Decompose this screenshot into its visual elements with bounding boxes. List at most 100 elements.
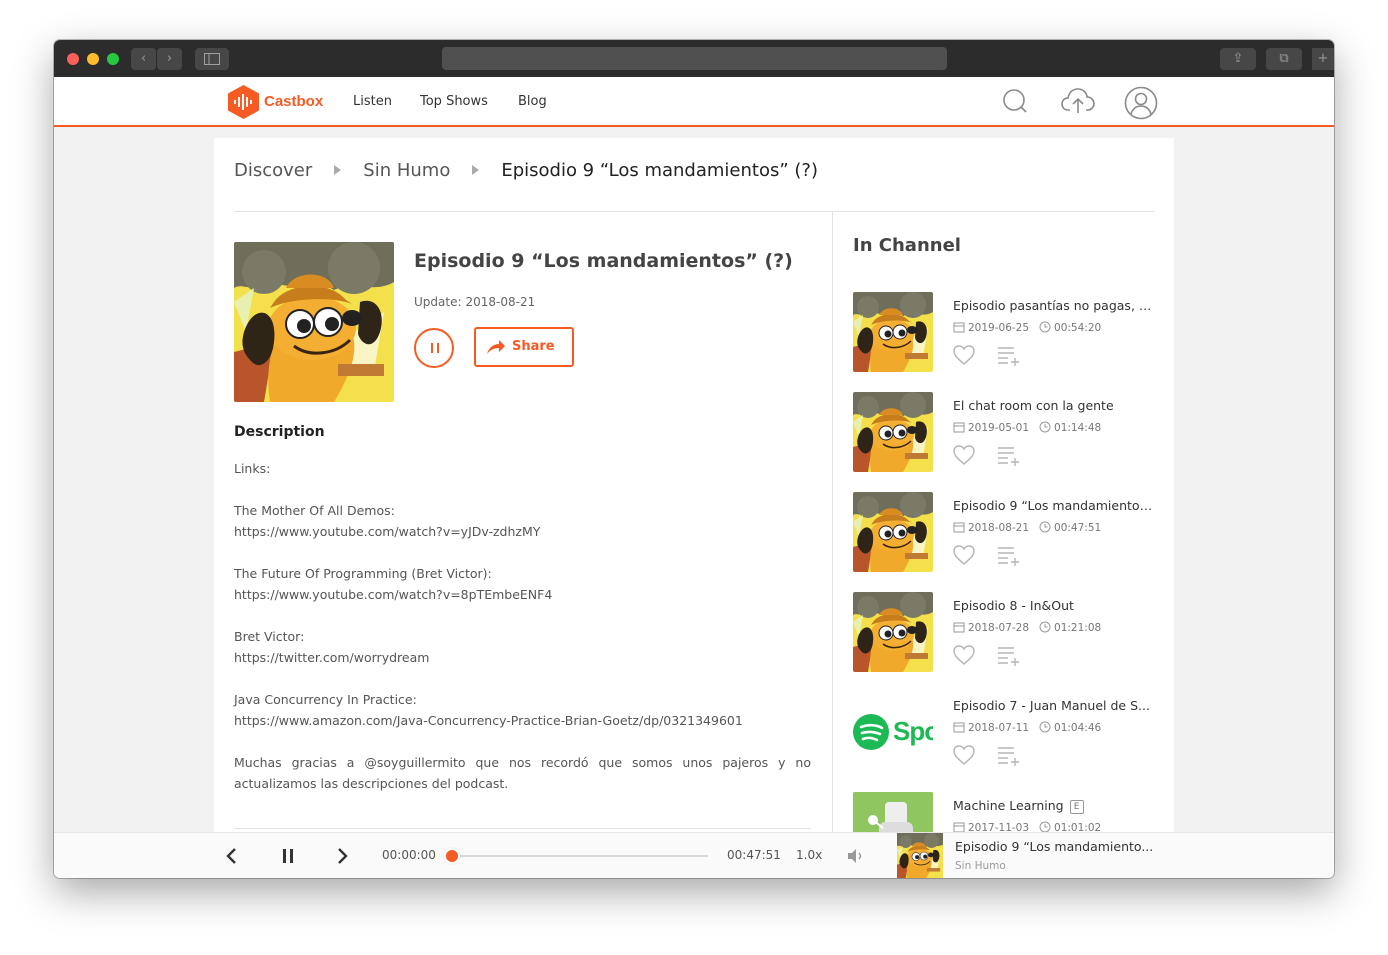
- site-header: Castbox Listen Top Shows Blog: [54, 77, 1334, 127]
- nav-link-top-shows[interactable]: Top Shows: [420, 94, 488, 109]
- breadcrumb: Discover Sin Humo Episodio 9 “Los mandamie…: [234, 160, 818, 184]
- share-label: Share: [512, 339, 555, 354]
- playback-speed[interactable]: 1.0x: [796, 848, 822, 862]
- add-to-playlist-icon[interactable]: [997, 446, 1021, 466]
- channel-episode-item[interactable]: Episodio 9 “Los mandamientos... 2018-08-…: [853, 492, 1154, 574]
- episode-update: Update: 2018-08-21: [414, 295, 535, 309]
- add-to-playlist-icon[interactable]: [997, 746, 1021, 766]
- nav-link-listen[interactable]: Listen: [353, 94, 392, 109]
- breadcrumb-discover[interactable]: Discover: [234, 160, 312, 181]
- account-icon[interactable]: [1124, 86, 1158, 120]
- channel-episode-item[interactable]: Machine Learning E 2017-11-03 01:01:02: [853, 792, 1154, 833]
- description-link[interactable]: https://twitter.com/worrydream: [234, 647, 811, 668]
- castbox-logo-icon[interactable]: [228, 85, 259, 119]
- description-line: The Mother Of All Demos:: [234, 503, 395, 518]
- description-line: [234, 668, 811, 689]
- channel-episode-item[interactable]: Episodio pasantías no pagas, t... 2019-0…: [853, 292, 1154, 374]
- add-to-playlist-icon[interactable]: [997, 646, 1021, 666]
- calendar-icon: [953, 322, 965, 333]
- now-playing-show[interactable]: Sin Humo: [955, 860, 1006, 872]
- new-tab-button[interactable]: +: [1312, 48, 1334, 70]
- episode-date: 2019-06-25: [968, 322, 1030, 334]
- clock-icon: [1039, 621, 1051, 633]
- browser-window: ‹ › ⇪ ⧉ + Castbox Listen Top Shows Blog …: [54, 40, 1334, 878]
- tabs-overview-button[interactable]: ⧉: [1266, 48, 1302, 70]
- forward-button[interactable]: ›: [157, 48, 182, 70]
- add-to-playlist-icon[interactable]: [997, 546, 1021, 566]
- channel-episode-meta: 2019-06-25 00:54:20: [953, 321, 1101, 334]
- description-line: [234, 605, 811, 626]
- channel-episode-item[interactable]: Spo Episodio 7 - Juan Manuel de S... 201…: [853, 692, 1154, 774]
- divider: [832, 212, 833, 833]
- address-bar[interactable]: [442, 47, 947, 70]
- description-line: [234, 731, 811, 752]
- upload-icon[interactable]: [1061, 86, 1095, 116]
- spotify-thumbnail[interactable]: Spo: [853, 692, 933, 772]
- episode-date: 2019-05-01: [968, 422, 1030, 434]
- channel-episode-title[interactable]: Episodio 8 - In&Out: [953, 598, 1154, 613]
- episode-thumbnail[interactable]: [853, 592, 933, 672]
- now-playing-thumbnail[interactable]: [897, 833, 943, 878]
- search-icon[interactable]: [1002, 86, 1028, 116]
- brand-name[interactable]: Castbox: [264, 93, 323, 110]
- heart-icon[interactable]: [953, 745, 975, 765]
- heart-icon[interactable]: [953, 345, 975, 365]
- episode-thumbnail[interactable]: [853, 492, 933, 572]
- divider: [234, 211, 1154, 212]
- browser-titlebar: ‹ › ⇪ ⧉ +: [54, 40, 1334, 77]
- progress-track[interactable]: [452, 855, 708, 857]
- episode-thumbnail[interactable]: [853, 292, 933, 372]
- description-line: Java Concurrency In Practice:: [234, 692, 417, 707]
- episode-page: Discover Sin Humo Episodio 9 “Los mandamie…: [214, 138, 1174, 833]
- close-window-button[interactable]: [67, 53, 79, 65]
- channel-episode-title[interactable]: Episodio 7 - Juan Manuel de S...: [953, 698, 1154, 713]
- zoom-window-button[interactable]: [107, 53, 119, 65]
- chevron-right-icon: [334, 165, 342, 175]
- next-icon[interactable]: [336, 846, 350, 866]
- heart-icon[interactable]: [953, 445, 975, 465]
- nav-link-blog[interactable]: Blog: [518, 94, 547, 109]
- share-arrow-icon: [487, 340, 505, 354]
- channel-episode-item[interactable]: El chat room con la gente 2019-05-01 01:1…: [853, 392, 1154, 474]
- episode-duration: 00:54:20: [1054, 322, 1102, 334]
- description-link[interactable]: https://www.youtube.com/watch?v=yJDv-zdh…: [234, 521, 811, 542]
- minimize-window-button[interactable]: [87, 53, 99, 65]
- heart-icon[interactable]: [953, 545, 975, 565]
- calendar-icon: [953, 622, 965, 633]
- spotify-logo-icon: [853, 714, 889, 750]
- back-button[interactable]: ‹: [131, 48, 156, 70]
- description-link[interactable]: https://www.youtube.com/watch?v=8pTEmbeE…: [234, 584, 811, 605]
- description-line: The Future Of Programming (Bret Victor):: [234, 566, 492, 581]
- sidebar-toggle-button[interactable]: [195, 48, 229, 70]
- channel-episode-title[interactable]: El chat room con la gente: [953, 398, 1154, 413]
- channel-episode-item[interactable]: Episodio 8 - In&Out 2018-07-28 01:21:08: [853, 592, 1154, 674]
- channel-episode-title[interactable]: Machine Learning E: [953, 798, 1154, 814]
- pause-button[interactable]: [414, 328, 454, 368]
- share-page-button[interactable]: ⇪: [1220, 48, 1256, 70]
- heart-icon[interactable]: [953, 645, 975, 665]
- share-button[interactable]: Share: [474, 327, 574, 367]
- previous-icon[interactable]: [224, 846, 238, 866]
- progress-knob[interactable]: [446, 850, 458, 862]
- episode-duration: 01:21:08: [1054, 622, 1102, 634]
- description-link[interactable]: https://www.amazon.com/Java-Concurrency-…: [234, 710, 811, 731]
- sidebar-icon: [204, 53, 220, 65]
- now-playing-title[interactable]: Episodio 9 “Los mandamiento...: [955, 839, 1165, 854]
- volume-icon[interactable]: [846, 847, 864, 865]
- clock-icon: [1039, 321, 1051, 333]
- add-to-playlist-icon[interactable]: [997, 346, 1021, 366]
- channel-episode-title[interactable]: Episodio 9 “Los mandamientos...: [953, 498, 1154, 513]
- description-line: Muchas gracias a @soyguillermito que nos…: [234, 755, 811, 791]
- description-line: [234, 479, 811, 500]
- pause-icon[interactable]: [280, 846, 296, 866]
- breadcrumb-show[interactable]: Sin Humo: [363, 160, 450, 181]
- channel-episode-meta: 2018-07-11 01:04:46: [953, 721, 1101, 734]
- channel-episode-title-text[interactable]: Machine Learning: [953, 798, 1064, 813]
- episode-cover-image: [234, 242, 394, 402]
- channel-episode-title[interactable]: Episodio pasantías no pagas, t...: [953, 298, 1154, 313]
- description-line: Bret Victor:: [234, 629, 305, 644]
- robot-thumbnail[interactable]: [853, 792, 933, 833]
- episode-thumbnail[interactable]: [853, 392, 933, 472]
- episode-date: 2018-07-28: [968, 622, 1030, 634]
- divider: [234, 828, 811, 829]
